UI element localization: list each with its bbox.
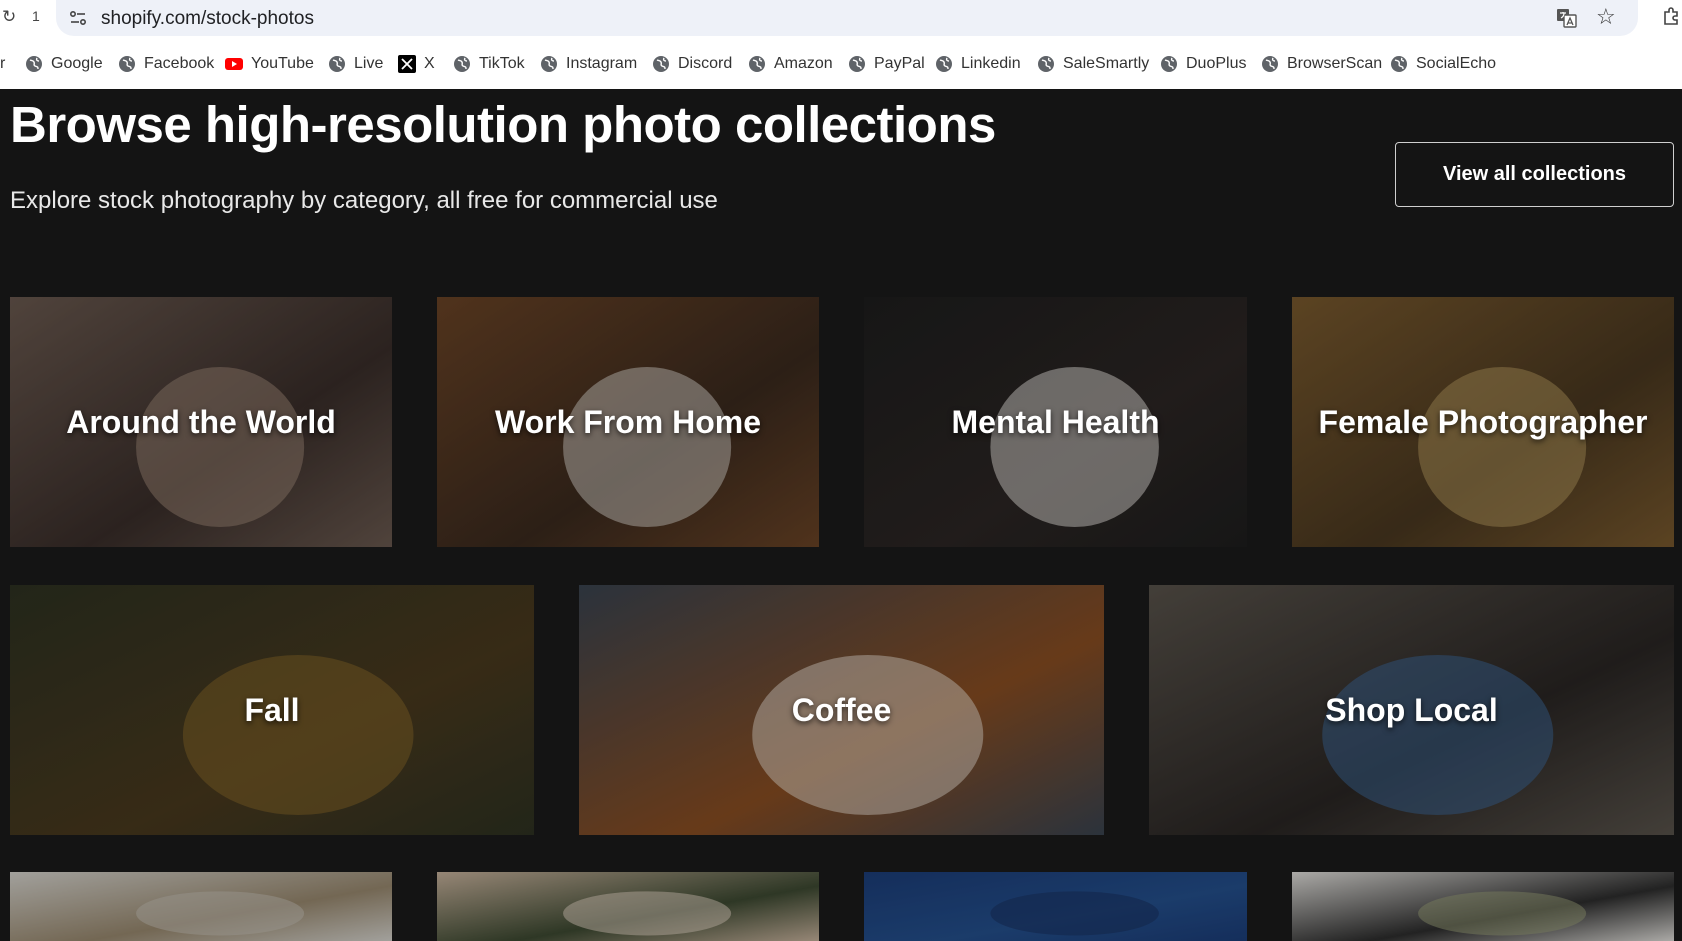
- collection-label: Work From Home: [494, 403, 762, 440]
- globe-icon: [749, 56, 765, 72]
- collection-card-work-from-home[interactable]: Work From Home: [437, 297, 819, 547]
- card-overlay: [437, 872, 819, 941]
- bookmark-label: Linkedin: [961, 55, 1021, 72]
- bookmark-truncated[interactable]: r: [0, 55, 5, 73]
- page-subtitle: Explore stock photography by category, a…: [10, 187, 718, 214]
- bookmark-label: DuoPlus: [1186, 55, 1247, 72]
- collection-card-coffee[interactable]: Coffee: [579, 585, 1104, 835]
- bookmark-facebook[interactable]: Facebook: [118, 53, 214, 75]
- collection-card-mental-health[interactable]: Mental Health: [864, 297, 1247, 547]
- collection-label: Around the World: [66, 403, 336, 440]
- card-overlay: [10, 872, 392, 941]
- x-icon: [398, 55, 416, 73]
- globe-icon: [653, 56, 669, 72]
- globe-icon: [541, 56, 557, 72]
- bookmark-salesmartly[interactable]: SaleSmartly: [1037, 53, 1149, 75]
- globe-icon: [329, 56, 345, 72]
- bookmark-label: Discord: [678, 55, 733, 72]
- collection-label: Mental Health: [951, 403, 1160, 440]
- collection-card[interactable]: [864, 872, 1247, 941]
- bookmark-label: Google: [51, 55, 103, 72]
- collection-card-around-the-world[interactable]: Around the World: [10, 297, 392, 547]
- bookmark-label: PayPal: [874, 55, 925, 72]
- collection-card[interactable]: [1292, 872, 1674, 941]
- view-all-collections-button[interactable]: View all collections: [1395, 142, 1674, 207]
- bookmark-label: TikTok: [479, 55, 525, 72]
- bookmark-amazon[interactable]: Amazon: [748, 53, 833, 75]
- card-overlay: [864, 872, 1247, 941]
- globe-icon: [119, 56, 135, 72]
- bookmark-instagram[interactable]: Instagram: [540, 53, 637, 75]
- globe-icon: [849, 56, 865, 72]
- bookmark-label: BrowserScan: [1287, 55, 1383, 72]
- browser-chrome: ↻ 1 shopify.com/stock-photos ☆ r Google F…: [0, 0, 1682, 89]
- card-overlay: [1292, 872, 1674, 941]
- extensions-icon[interactable]: [1660, 6, 1682, 28]
- collection-label: Shop Local: [1325, 691, 1498, 728]
- globe-icon: [1161, 56, 1177, 72]
- address-bar[interactable]: shopify.com/stock-photos ☆: [56, 0, 1638, 36]
- page-title: Browse high-resolution photo collections: [10, 96, 996, 153]
- collection-card-fall[interactable]: Fall: [10, 585, 534, 835]
- collection-card[interactable]: [10, 872, 392, 941]
- bookmark-label: Live: [354, 55, 384, 72]
- collection-label: Female Photographer: [1318, 403, 1648, 440]
- bookmark-label: Amazon: [774, 55, 833, 72]
- reload-icon[interactable]: ↻: [2, 7, 22, 27]
- address-row: ↻ 1 shopify.com/stock-photos ☆: [0, 0, 1682, 36]
- collection-label: Coffee: [791, 691, 892, 728]
- site-settings-icon[interactable]: [68, 8, 88, 28]
- bookmark-discord[interactable]: Discord: [652, 53, 732, 75]
- bookmark-browserscan[interactable]: BrowserScan: [1261, 53, 1382, 75]
- collection-label: Fall: [244, 691, 300, 728]
- youtube-icon: [225, 58, 243, 70]
- bookmarks-bar: r Google Facebook YouTube Live X TikTok Instag…: [0, 50, 1682, 78]
- collection-card-shop-local[interactable]: Shop Local: [1149, 585, 1674, 835]
- bookmark-paypal[interactable]: PayPal: [848, 53, 925, 75]
- bookmark-live[interactable]: Live: [328, 53, 383, 75]
- bookmark-duoplus[interactable]: DuoPlus: [1160, 53, 1246, 75]
- bookmark-label: SocialEcho: [1416, 55, 1497, 72]
- bookmark-label: Facebook: [144, 55, 215, 72]
- bookmark-star-icon[interactable]: ☆: [1596, 4, 1616, 30]
- stock-photos-page: Browse high-resolution photo collections…: [0, 89, 1682, 941]
- bookmark-google[interactable]: Google: [25, 53, 103, 75]
- bookmark-linkedin[interactable]: Linkedin: [935, 53, 1021, 75]
- globe-icon: [1262, 56, 1278, 72]
- tab-count[interactable]: 1: [32, 8, 40, 24]
- bookmark-x[interactable]: X: [398, 53, 435, 75]
- globe-icon: [454, 56, 470, 72]
- bookmark-label: YouTube: [251, 55, 314, 72]
- collection-card[interactable]: [437, 872, 819, 941]
- globe-icon: [1391, 56, 1407, 72]
- globe-icon: [936, 56, 952, 72]
- bookmark-label: Instagram: [566, 55, 638, 72]
- translate-icon[interactable]: [1556, 7, 1578, 29]
- bookmark-tiktok[interactable]: TikTok: [453, 53, 525, 75]
- globe-icon: [26, 56, 42, 72]
- globe-icon: [1038, 56, 1054, 72]
- bookmark-socialecho[interactable]: SocialEcho: [1390, 53, 1496, 75]
- bookmark-youtube[interactable]: YouTube: [225, 53, 314, 75]
- url-text[interactable]: shopify.com/stock-photos: [101, 8, 314, 30]
- bookmark-label: SaleSmartly: [1063, 55, 1150, 72]
- collection-card-female-photographer[interactable]: Female Photographer: [1292, 297, 1674, 547]
- bookmark-label: X: [424, 55, 435, 72]
